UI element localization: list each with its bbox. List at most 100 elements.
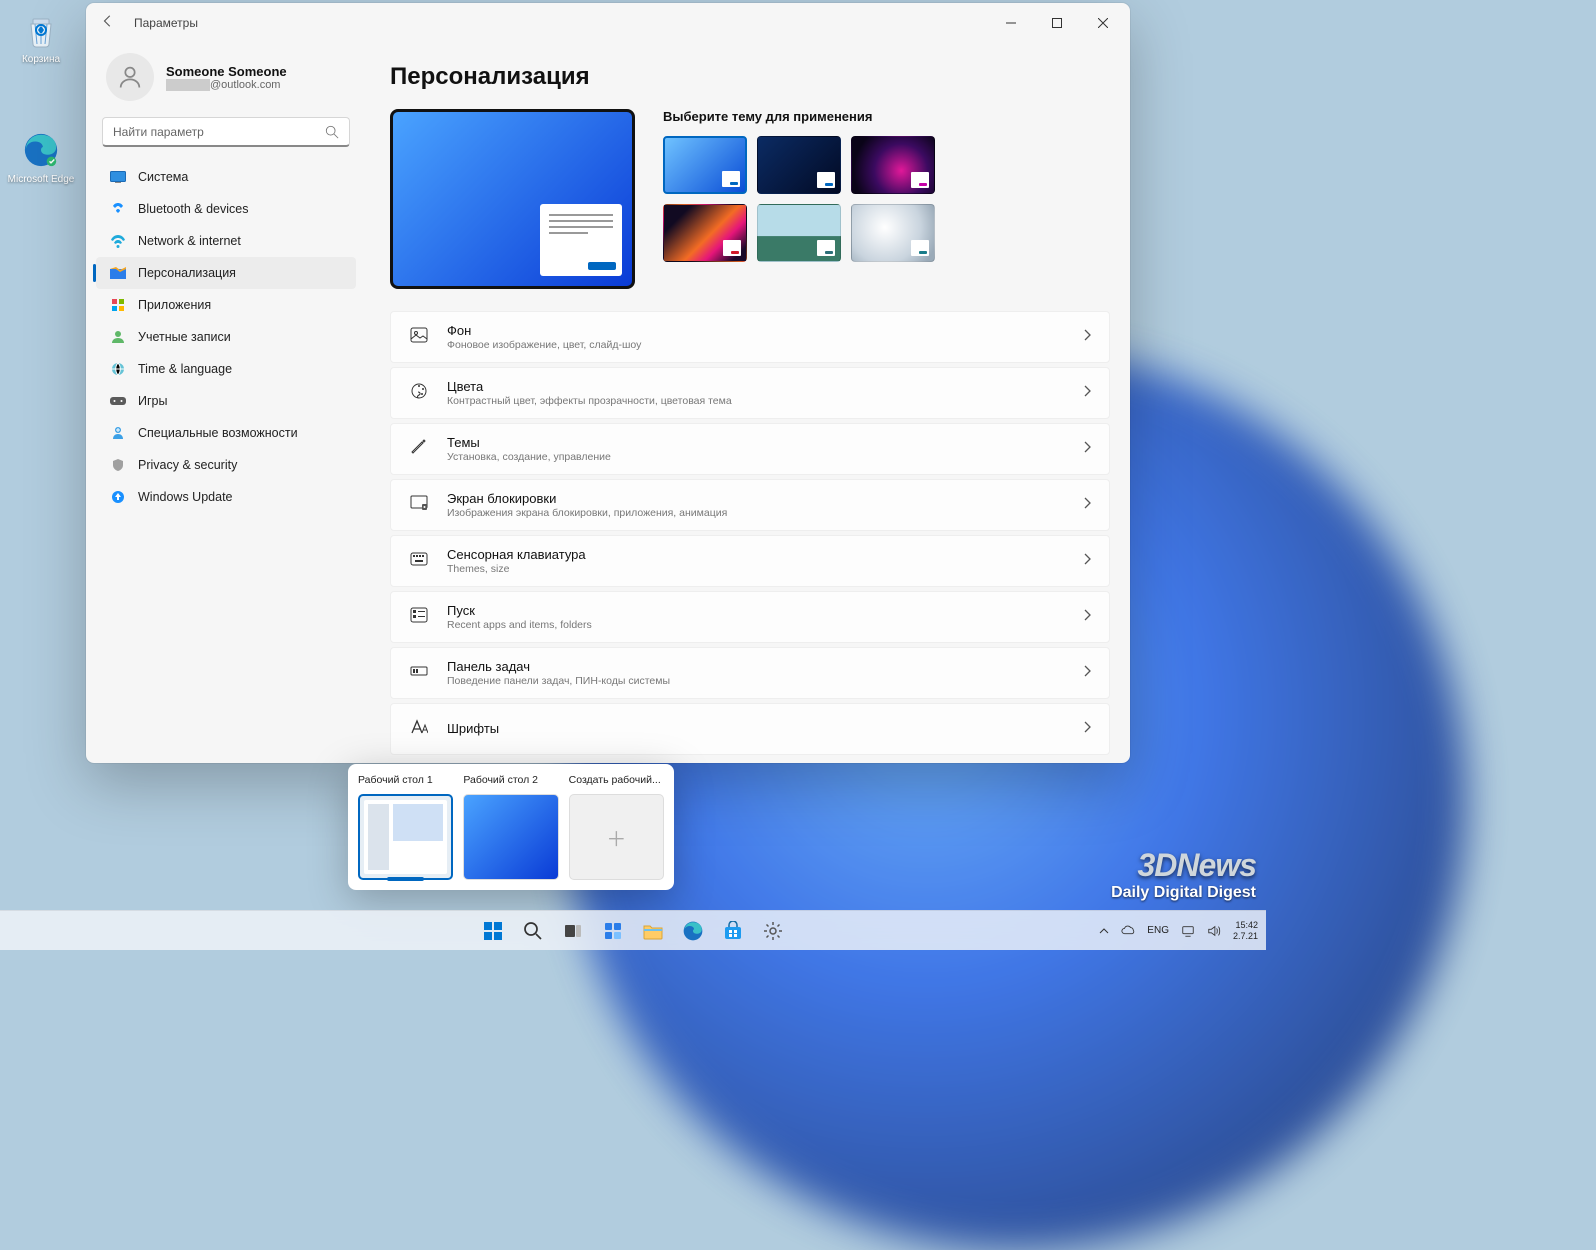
desktop-icon-label: Microsoft Edge	[6, 174, 76, 185]
theme-thumbnail[interactable]	[663, 136, 747, 194]
nav-icon	[110, 234, 126, 248]
settings-card-icon	[409, 607, 429, 628]
task-view-new-desktop[interactable]: Создать рабочий...＋	[569, 774, 664, 880]
chevron-right-icon	[1083, 496, 1091, 514]
settings-card-icon	[409, 438, 429, 461]
theme-thumbnail[interactable]	[757, 136, 841, 194]
settings-card-subtitle: Изображения экрана блокировки, приложени…	[447, 507, 727, 519]
settings-card-title: Сенсорная клавиатура	[447, 547, 586, 562]
settings-card-icon	[409, 494, 429, 517]
desktop-icon-edge[interactable]: Microsoft Edge	[6, 128, 76, 185]
explorer-button[interactable]	[636, 914, 670, 948]
close-button[interactable]	[1080, 3, 1126, 43]
back-button[interactable]	[90, 14, 126, 33]
page-title: Персонализация	[390, 63, 1110, 91]
chevron-right-icon	[1083, 608, 1091, 626]
settings-card[interactable]: Фон Фоновое изображение, цвет, слайд-шоу	[390, 311, 1110, 363]
widgets-button[interactable]	[596, 914, 630, 948]
clock[interactable]: 15:42 2.7.21	[1233, 920, 1258, 942]
theme-thumbnail[interactable]	[663, 204, 747, 262]
settings-card-title: Цвета	[447, 379, 732, 394]
store-button[interactable]	[716, 914, 750, 948]
chevron-right-icon	[1083, 720, 1091, 738]
system-tray[interactable]: ENG 15:42 2.7.21	[1099, 920, 1258, 942]
sidebar-item[interactable]: Windows Update	[96, 481, 356, 513]
settings-card-icon	[409, 326, 429, 349]
nav-label: Windows Update	[138, 490, 233, 504]
settings-card[interactable]: Темы Установка, создание, управление	[390, 423, 1110, 475]
theme-thumbnail[interactable]	[851, 204, 935, 262]
sidebar-item[interactable]: Time & language	[96, 353, 356, 385]
content: Персонализация Выберите тему для примене…	[366, 43, 1130, 763]
settings-card-icon	[409, 382, 429, 405]
nav-icon	[110, 202, 126, 216]
account-name: Someone Someone	[166, 64, 287, 79]
nav-label: Приложения	[138, 298, 211, 312]
sidebar-item[interactable]: Приложения	[96, 289, 356, 321]
settings-card[interactable]: Пуск Recent apps and items, folders	[390, 591, 1110, 643]
nav-label: Персонализация	[138, 266, 236, 280]
volume-icon[interactable]	[1207, 924, 1221, 938]
network-icon[interactable]	[1181, 924, 1195, 938]
minimize-button[interactable]	[988, 3, 1034, 43]
recycle-bin-icon	[19, 8, 63, 52]
taskbar: ENG 15:42 2.7.21	[0, 910, 1266, 950]
sidebar-item[interactable]: Network & internet	[96, 225, 356, 257]
account-block[interactable]: Someone Someone xxxxxxxx@outlook.com	[94, 45, 358, 117]
task-view-button[interactable]	[556, 914, 590, 948]
settings-card-subtitle: Recent apps and items, folders	[447, 619, 592, 631]
settings-button[interactable]	[756, 914, 790, 948]
sidebar-item[interactable]: Учетные записи	[96, 321, 356, 353]
settings-card-subtitle: Фоновое изображение, цвет, слайд-шоу	[447, 339, 641, 351]
maximize-button[interactable]	[1034, 3, 1080, 43]
sidebar-item[interactable]: Специальные возможности	[96, 417, 356, 449]
sidebar-item[interactable]: Игры	[96, 385, 356, 417]
settings-card-icon	[409, 552, 429, 571]
chevron-up-icon[interactable]	[1099, 926, 1109, 936]
nav-label: Система	[138, 170, 188, 184]
search-button[interactable]	[516, 914, 550, 948]
sidebar-item[interactable]: Bluetooth & devices	[96, 193, 356, 225]
onedrive-icon[interactable]	[1121, 924, 1135, 938]
nav-icon	[110, 298, 126, 312]
settings-card-subtitle: Контрастный цвет, эффекты прозрачности, …	[447, 395, 732, 407]
settings-card[interactable]: Экран блокировки Изображения экрана блок…	[390, 479, 1110, 531]
settings-card-icon	[409, 719, 429, 740]
nav: Система Bluetooth & devices Network & inte…	[94, 161, 358, 513]
chevron-right-icon	[1083, 552, 1091, 570]
task-view-desktop[interactable]: Рабочий стол 2	[463, 774, 558, 880]
task-view-desktop[interactable]: Рабочий стол 1	[358, 774, 453, 880]
settings-card-subtitle: Поведение панели задач, ПИН-коды системы	[447, 675, 670, 687]
account-email: xxxxxxxx@outlook.com	[166, 79, 287, 91]
nav-icon	[110, 395, 126, 407]
nav-icon	[110, 330, 126, 344]
nav-label: Bluetooth & devices	[138, 202, 249, 216]
chevron-right-icon	[1083, 328, 1091, 346]
theme-thumbnail[interactable]	[757, 204, 841, 262]
settings-card-title: Темы	[447, 435, 611, 450]
app-title: Параметры	[134, 16, 198, 30]
nav-label: Time & language	[138, 362, 232, 376]
search-input[interactable]: Найти параметр	[102, 117, 350, 147]
nav-icon	[110, 490, 126, 504]
edge-button[interactable]	[676, 914, 710, 948]
settings-card[interactable]: Цвета Контрастный цвет, эффекты прозрачн…	[390, 367, 1110, 419]
nav-icon	[110, 267, 126, 279]
settings-card[interactable]: Шрифты	[390, 703, 1110, 755]
chevron-right-icon	[1083, 384, 1091, 402]
settings-card[interactable]: Панель задач Поведение панели задач, ПИН…	[390, 647, 1110, 699]
nav-icon	[110, 426, 126, 440]
task-view-label: Рабочий стол 2	[463, 774, 558, 788]
start-button[interactable]	[476, 914, 510, 948]
lang-indicator[interactable]: ENG	[1147, 925, 1169, 936]
chevron-right-icon	[1083, 440, 1091, 458]
settings-card-title: Шрифты	[447, 721, 499, 736]
sidebar-item[interactable]: Система	[96, 161, 356, 193]
sidebar-item[interactable]: Персонализация	[96, 257, 356, 289]
theme-thumbnail[interactable]	[851, 136, 935, 194]
title-bar: Параметры	[86, 3, 1130, 43]
sidebar-item[interactable]: Privacy & security	[96, 449, 356, 481]
settings-card[interactable]: Сенсорная клавиатура Themes, size	[390, 535, 1110, 587]
task-view-flyout: Рабочий стол 1 Рабочий стол 2 Создать рабо…	[348, 764, 674, 890]
desktop-icon-recycle-bin[interactable]: Корзина	[6, 8, 76, 65]
